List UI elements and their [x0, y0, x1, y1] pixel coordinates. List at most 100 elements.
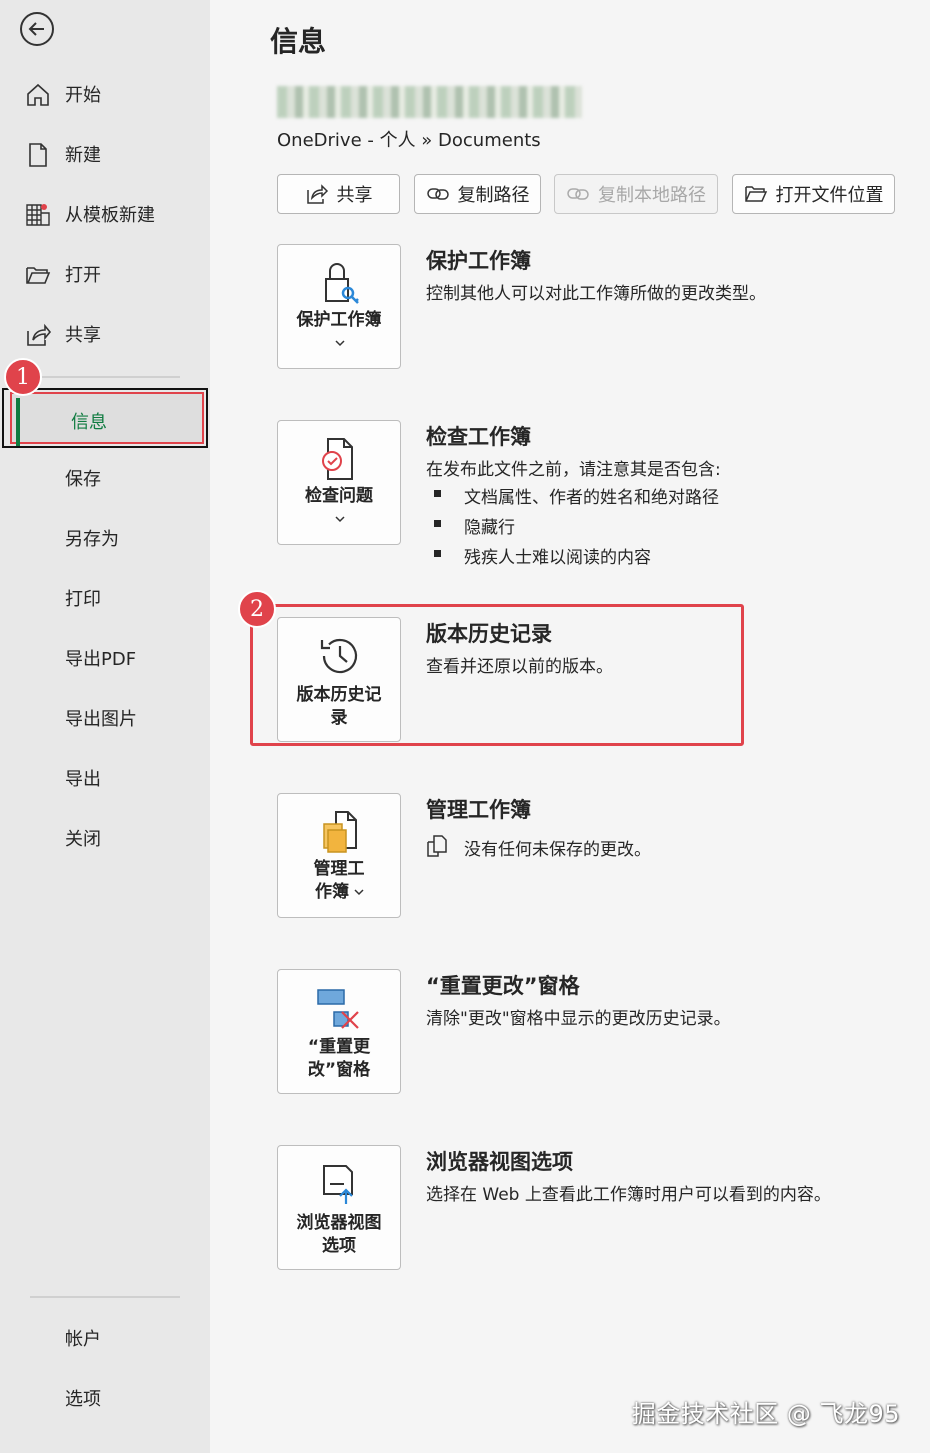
card-label: 管理工 — [313, 859, 365, 879]
sidebar-item-close[interactable]: 关闭 — [0, 812, 210, 864]
divider — [30, 376, 180, 378]
sidebar-item-label: 选项 — [65, 1389, 101, 1410]
bullet — [434, 550, 441, 557]
card-label: 改”窗格 — [307, 1060, 371, 1080]
sidebar-item-print[interactable]: 打印 — [0, 572, 210, 624]
step-badge-1: 1 — [4, 358, 42, 396]
sidebar-item-label: 信息 — [71, 412, 107, 433]
highlight-box-1: 信息 — [10, 392, 204, 446]
section-title: 版本历史记录 — [426, 622, 552, 646]
version-history-card[interactable]: 版本历史记 录 — [277, 617, 401, 742]
bullet — [434, 490, 441, 497]
sidebar-item-save-as[interactable]: 另存为 — [0, 512, 210, 564]
section-title: 检查工作簿 — [426, 425, 531, 449]
sidebar-item-export-image[interactable]: 导出图片 — [0, 692, 210, 744]
document-copy-icon — [427, 835, 447, 857]
card-label: 录 — [330, 708, 348, 728]
step-badge-2: 2 — [238, 590, 276, 628]
file-location-path: OneDrive - 个人 » Documents — [277, 130, 541, 151]
sidebar-item-label: 共享 — [65, 325, 101, 346]
manage-workbook-icon — [323, 811, 357, 853]
browser-view-icon — [323, 1165, 353, 1204]
browser-view-options-card[interactable]: 浏览器视图 选项 — [277, 1145, 401, 1270]
copy-path-button[interactable]: 复制路径 — [414, 174, 541, 214]
sidebar-item-label: 开始 — [65, 85, 101, 106]
history-clock-icon — [320, 638, 358, 674]
blurred-file-name — [277, 86, 582, 118]
sidebar-item-share[interactable]: 共享 — [0, 308, 210, 360]
divider — [30, 1296, 180, 1298]
section-title: 保护工作簿 — [426, 249, 531, 273]
check-issues-card[interactable]: 检查问题 — [277, 420, 401, 545]
sidebar-item-label: 打开 — [65, 265, 101, 286]
card-label: 检查问题 — [305, 486, 373, 506]
sidebar-item-new[interactable]: 新建 — [0, 128, 210, 180]
template-icon — [26, 204, 50, 226]
open-file-location-button-label: 打开文件位置 — [775, 185, 884, 206]
sidebar-item-label: 导出 — [65, 769, 101, 790]
sidebar-item-home[interactable]: 开始 — [0, 68, 210, 120]
inspect-bullet: 残疾人士难以阅读的内容 — [464, 548, 651, 568]
card-label: 选项 — [322, 1236, 356, 1256]
sidebar-item-label: 打印 — [65, 589, 101, 610]
copy-path-button-label: 复制路径 — [457, 185, 530, 206]
chevron-down-icon — [335, 516, 345, 523]
sidebar-item-open[interactable]: 打开 — [0, 248, 210, 300]
sidebar-item-new-from-template[interactable]: 从模板新建 — [0, 188, 210, 240]
chevron-down-icon — [354, 889, 364, 896]
card-label: 浏览器视图 — [296, 1213, 382, 1233]
card-label: 作簿 — [315, 882, 349, 902]
card-label: 版本历史记 — [296, 685, 382, 705]
section-title: 浏览器视图选项 — [426, 1150, 573, 1174]
inspect-bullet: 文档属性、作者的姓名和绝对路径 — [464, 488, 719, 508]
section-description: 清除"更改"窗格中显示的更改历史记录。 — [426, 1009, 731, 1029]
sidebar-item-label: 另存为 — [65, 529, 119, 550]
folder-open-icon — [744, 186, 767, 202]
sidebar-item-save[interactable]: 保存 — [0, 452, 210, 504]
arrow-left-icon — [28, 22, 44, 36]
copy-local-path-button-label: 复制本地路径 — [598, 185, 706, 206]
open-file-location-button[interactable]: 打开文件位置 — [732, 174, 895, 214]
sidebar-item-export[interactable]: 导出 — [0, 752, 210, 804]
active-indicator — [16, 398, 20, 446]
section-description: 没有任何未保存的更改。 — [464, 840, 651, 860]
home-icon — [27, 83, 49, 106]
section-description: 控制其他人可以对此工作簿所做的更改类型。 — [426, 284, 766, 304]
sidebar-item-label: 帐户 — [65, 1329, 101, 1350]
share-button[interactable]: 共享 — [277, 174, 400, 214]
protect-workbook-card[interactable]: 保护工作簿 — [277, 244, 401, 369]
share-icon — [27, 323, 52, 346]
manage-workbook-card[interactable]: 管理工 作簿 — [277, 793, 401, 918]
section-description: 选择在 Web 上查看此工作簿时用户可以看到的内容。 — [426, 1185, 831, 1205]
section-description: 在发布此文件之前，请注意其是否包含: — [426, 460, 721, 480]
sidebar-item-label: 导出PDF — [65, 649, 137, 670]
sidebar-item-label: 新建 — [65, 145, 101, 166]
backstage-sidebar: 开始 新建 从模板新建 打开 共享 信息 1 保存 另存为 打印 导出PDF 导… — [0, 0, 210, 1453]
inspect-bullet: 隐藏行 — [464, 518, 515, 538]
folder-open-icon — [26, 267, 51, 284]
sidebar-item-info[interactable]: 信息 — [2, 388, 208, 448]
back-button[interactable] — [20, 12, 54, 46]
page-title: 信息 — [270, 25, 327, 58]
copy-local-path-button[interactable]: 复制本地路径 — [554, 174, 718, 214]
watermark: 掘金技术社区 @ 飞龙95 — [631, 1400, 900, 1428]
sidebar-item-label: 导出图片 — [65, 709, 137, 730]
sidebar-item-options[interactable]: 选项 — [0, 1372, 210, 1424]
reset-changes-pane-card[interactable]: “重置更 改”窗格 — [277, 969, 401, 1094]
bullet — [434, 520, 441, 527]
link-icon — [426, 188, 449, 200]
new-document-icon — [29, 143, 47, 167]
card-label: “重置更 — [307, 1037, 371, 1057]
inspect-document-icon — [322, 438, 353, 480]
section-title: 管理工作簿 — [426, 798, 531, 822]
sidebar-item-account[interactable]: 帐户 — [0, 1312, 210, 1364]
sidebar-item-export-pdf[interactable]: 导出PDF — [0, 632, 210, 684]
sidebar-item-label: 从模板新建 — [65, 205, 155, 226]
link-icon — [567, 188, 589, 200]
card-label: 保护工作簿 — [296, 310, 382, 330]
section-title: “重置更改”窗格 — [426, 974, 580, 998]
lock-key-icon — [325, 263, 359, 304]
share-icon — [306, 184, 328, 204]
share-button-label: 共享 — [336, 185, 373, 206]
sidebar-item-label: 保存 — [65, 469, 101, 490]
